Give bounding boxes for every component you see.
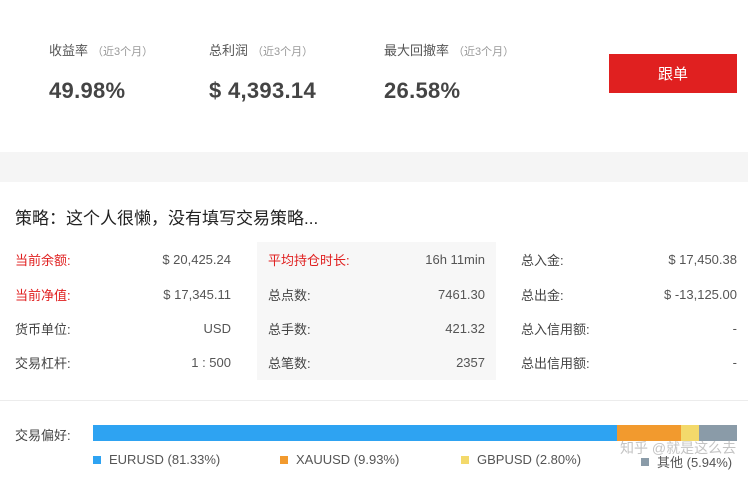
watermark: 知乎 @就是这么去 (620, 440, 737, 456)
info-row-credit-out: 总出信用额: - (521, 352, 737, 372)
legend-swatch (461, 455, 469, 464)
stat-label: 总利润 (209, 43, 249, 58)
stat-hint: （近3个月） (92, 46, 154, 58)
legend-swatch (93, 455, 101, 464)
info-value: USD (203, 320, 231, 336)
stat-hint: （近3个月） (252, 46, 314, 58)
info-value: $ 20,425.24 (162, 251, 231, 267)
info-key: 货币单位: (15, 321, 71, 337)
info-row-total-lots: 总手数: 421.32 (268, 318, 485, 338)
info-value: - (732, 320, 737, 336)
follow-button[interactable]: 跟单 (609, 54, 737, 93)
info-row-deposits: 总入金: $ 17,450.38 (521, 249, 737, 269)
info-key: 总入金: (521, 252, 564, 268)
info-key: 平均持仓时长: (268, 252, 350, 268)
strategy-text: 策略：这个人很懒，没有填写交易策略... (15, 209, 319, 228)
info-key: 总出信用额: (521, 355, 590, 371)
stat-value: $ 4,393.14 (209, 78, 316, 103)
legend-label: GBPUSD (2.80%) (477, 452, 582, 467)
stat-label: 最大回撤率 (384, 43, 450, 58)
divider (0, 400, 748, 401)
preference-segment-0 (93, 425, 617, 441)
info-value: 16h 11min (425, 251, 485, 267)
stat-hint: （近3个月） (453, 46, 515, 58)
info-key: 总入信用额: (521, 321, 590, 337)
legend-item-eurusd: EURUSD (81.33%) (93, 452, 220, 467)
info-value: 2357 (456, 354, 485, 370)
legend-item-xauusd: XAUUSD (9.93%) (280, 452, 399, 467)
info-row-total-trades: 总笔数: 2357 (268, 352, 485, 372)
legend-label: XAUUSD (9.93%) (296, 452, 400, 467)
info-value: $ -13,125.00 (663, 286, 737, 302)
stats-header: 收益率 （近3个月） 49.98% 总利润 （近3个月） $ 4,393.14 最大… (0, 0, 748, 152)
legend-label: EURUSD (81.33%) (109, 452, 221, 467)
legend-swatch (280, 455, 288, 464)
preference-label: 交易偏好: (15, 428, 71, 443)
info-key: 当前净值: (15, 287, 71, 303)
stat-return-rate: 收益率 （近3个月） 49.98% (49, 40, 153, 104)
info-key: 交易杠杆: (15, 355, 71, 371)
info-row-total-points: 总点数: 7461.30 (268, 284, 485, 304)
legend-item-gbpusd: GBPUSD (2.80%) (461, 452, 581, 467)
stat-label: 收益率 (49, 43, 89, 58)
info-value: 1 : 500 (191, 354, 231, 370)
info-value: $ 17,345.11 (163, 286, 231, 302)
info-key: 总手数: (268, 321, 311, 337)
stat-value: 26.58% (384, 78, 461, 103)
info-key: 总点数: (268, 287, 311, 303)
info-row-leverage: 交易杠杆: 1 : 500 (15, 352, 231, 372)
info-value: - (732, 354, 737, 370)
info-row-equity: 当前净值: $ 17,345.11 (15, 284, 231, 304)
info-value: 421.32 (445, 320, 485, 336)
info-key: 当前余额: (15, 252, 71, 268)
info-row-withdrawals: 总出金: $ -13,125.00 (521, 284, 737, 304)
info-key: 总笔数: (268, 355, 311, 371)
stat-max-drawdown: 最大回撤率 （近3个月） 26.58% (384, 40, 514, 104)
stat-total-profit: 总利润 （近3个月） $ 4,393.14 (209, 40, 316, 104)
stat-label-row: 收益率 （近3个月） (49, 40, 153, 60)
info-row-balance: 当前余额: $ 20,425.24 (15, 249, 231, 269)
stat-label-row: 总利润 （近3个月） (209, 40, 316, 60)
stat-label-row: 最大回撤率 （近3个月） (384, 40, 514, 60)
info-row-avg-hold: 平均持仓时长: 16h 11min (268, 249, 485, 269)
info-key: 总出金: (521, 287, 564, 303)
info-value: $ 17,450.38 (668, 251, 737, 267)
info-value: 7461.30 (438, 286, 485, 302)
info-row-currency: 货币单位: USD (15, 318, 231, 338)
section-divider-band (0, 152, 748, 182)
info-row-credit-in: 总入信用额: - (521, 318, 737, 338)
legend-swatch (641, 457, 649, 466)
stat-value: 49.98% (49, 78, 126, 103)
